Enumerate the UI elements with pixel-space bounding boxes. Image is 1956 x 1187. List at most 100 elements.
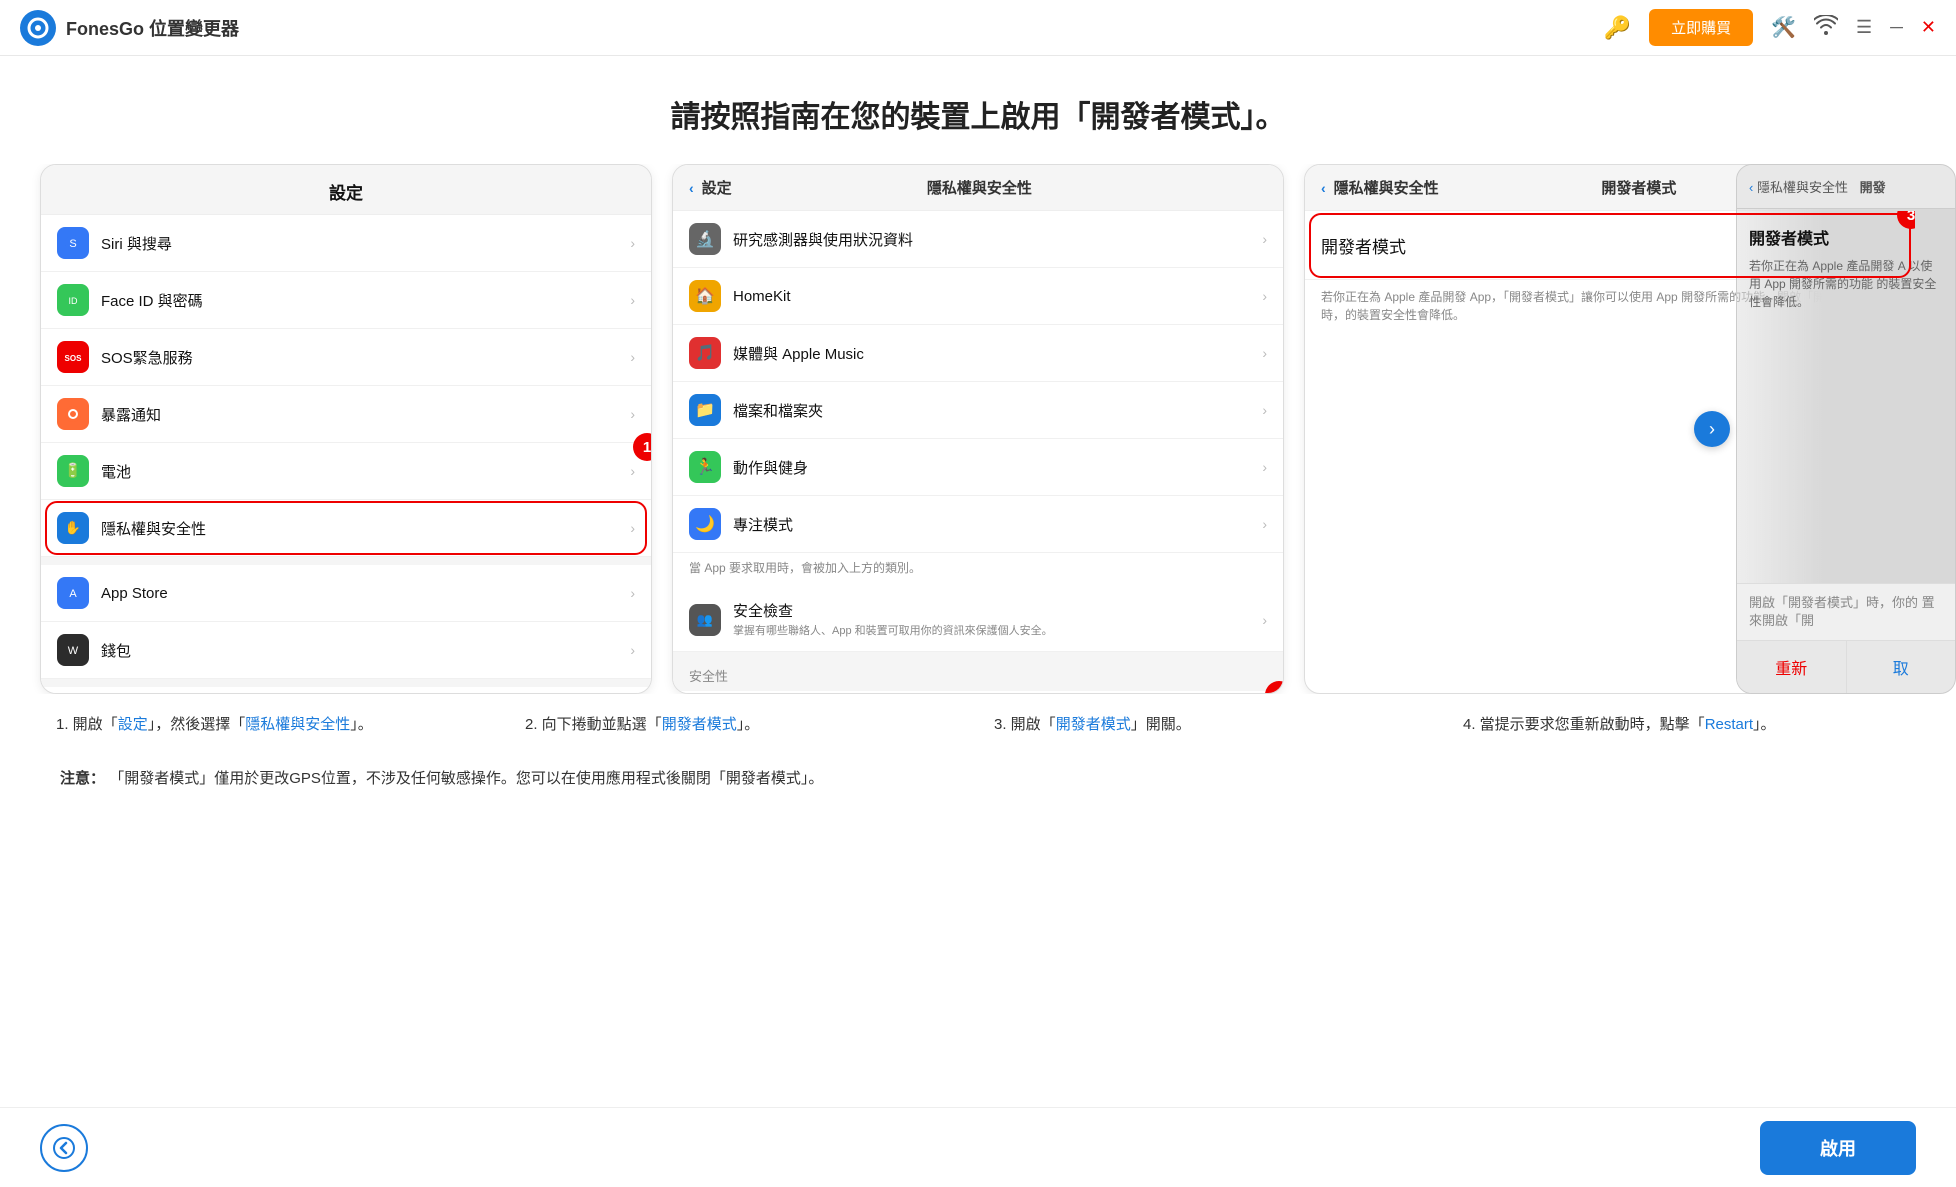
step-desc-4: 4. 當提示要求您重新啟動時，點擊「Restart」。	[1447, 712, 1916, 738]
panel2-back-label: 設定	[702, 177, 732, 198]
safety-text: 安全檢查 掌握有哪些聯絡人、App 和裝置可取用你的資訊來保護個人安全。	[733, 600, 1262, 639]
svg-text:SOS: SOS	[65, 354, 82, 363]
menu-item-devmode[interactable]: 開發者模式 › 2	[673, 691, 1283, 693]
section-hint: 當 App 要求取用時，會被加入上方的類別。	[673, 553, 1283, 584]
minimize-icon[interactable]: ─	[1890, 17, 1903, 38]
panel2-back[interactable]: ‹	[689, 180, 694, 196]
safety-desc: 掌握有哪些聯絡人、App 和裝置可取用你的資訊來保護個人安全。	[733, 624, 1262, 639]
step1-link-privacy: 隱私權與安全性	[245, 716, 350, 733]
svg-text:✋: ✋	[65, 520, 81, 535]
menu-item-appstore[interactable]: A App Store ›	[41, 565, 651, 622]
panel-privacy: ‹ 設定 隱私權與安全性 🔬 研究感測器與使用狀況資料 › 🏠 HomeKit …	[672, 164, 1284, 694]
motion-icon: 🏃	[689, 451, 721, 483]
menu-item-files[interactable]: 📁 檔案和檔案夾 ›	[673, 382, 1283, 439]
siri-icon: S	[57, 227, 89, 259]
panel3-back[interactable]: ‹	[1321, 180, 1326, 196]
bottom-bar: 啟用	[0, 1107, 1956, 1187]
wallet-icon: W	[57, 634, 89, 666]
step-desc-1: 1. 開啟「設定」，然後選擇「隱私權與安全性」。	[40, 712, 509, 738]
menu-item-faceid[interactable]: ID Face ID 與密碼 ›	[41, 272, 651, 329]
menu-item-siri[interactable]: S Siri 與搜尋 ›	[41, 215, 651, 272]
partial-btn-row: 重新 取	[1737, 640, 1955, 693]
partial-restart-bar: 開啟「開發者模式」時，你的 置來開啟「開	[1737, 583, 1955, 640]
menu-item-sos[interactable]: SOS SOS緊急服務 ›	[41, 329, 651, 386]
panel-partial: ‹ 隱私權與安全性 開發 開發者模式 若你正在為 Apple 產品開發 A 以使…	[1736, 164, 1956, 694]
svg-text:ID: ID	[69, 296, 79, 306]
partial-header: ‹ 隱私權與安全性 開發	[1737, 165, 1955, 209]
step-badge-1: 1	[633, 433, 651, 461]
files-icon: 📁	[689, 394, 721, 426]
panel2-scroll[interactable]: 🔬 研究感測器與使用狀況資料 › 🏠 HomeKit › 🎵 媒體與 Apple…	[673, 211, 1283, 693]
step1-link-settings: 設定	[118, 716, 148, 733]
notice-label: 注意：	[60, 770, 105, 787]
titlebar-actions: 🔑 立即購買 🛠️ ☰ ─ ✕	[1604, 9, 1936, 46]
focus-icon: 🌙	[689, 508, 721, 540]
sos-label: SOS緊急服務	[101, 347, 630, 368]
menu-icon[interactable]: ☰	[1856, 17, 1872, 38]
divider2	[41, 679, 651, 687]
partial-content: 開發者模式 若你正在為 Apple 產品開發 A 以使用 App 開發所需的功能…	[1737, 209, 1955, 327]
svg-text:S: S	[69, 238, 76, 250]
panel2-header: ‹ 設定 隱私權與安全性	[673, 165, 1283, 211]
partial-dev-desc: 若你正在為 Apple 產品開發 A 以使用 App 開發所需的功能 的裝置安全…	[1749, 257, 1943, 311]
back-arrow-icon	[53, 1137, 75, 1159]
motion-label: 動作與健身	[733, 457, 1262, 478]
close-icon[interactable]: ✕	[1921, 17, 1936, 38]
partial-title: 開發	[1860, 180, 1886, 195]
homekit-label: HomeKit	[733, 288, 1262, 305]
security-section-label: 安全性	[673, 652, 1283, 691]
step2-link: 開發者模式	[662, 716, 737, 733]
titlebar: FonesGo 位置變更器 🔑 立即購買 🛠️ ☰ ─ ✕	[0, 0, 1956, 56]
step-desc-2: 2. 向下捲動並點選「開發者模式」。	[509, 712, 978, 738]
svg-text:A: A	[69, 588, 77, 600]
app-title: FonesGo 位置變更器	[66, 15, 1604, 41]
research-icon: 🔬	[689, 223, 721, 255]
buy-button[interactable]: 立即購買	[1649, 9, 1753, 46]
enable-button[interactable]: 啟用	[1760, 1121, 1916, 1175]
menu-item-wallet[interactable]: W 錢包 ›	[41, 622, 651, 679]
research-label: 研究感測器與使用狀況資料	[733, 229, 1262, 250]
menu-item-focus[interactable]: 🌙 專注模式 ›	[673, 496, 1283, 553]
divider1	[41, 557, 651, 565]
menu-item-homekit[interactable]: 🏠 HomeKit ›	[673, 268, 1283, 325]
panel3-back-label: 隱私權與安全性	[1334, 177, 1439, 198]
faceid-label: Face ID 與密碼	[101, 290, 630, 311]
step-instructions: 1. 開啟「設定」，然後選擇「隱私權與安全性」。 2. 向下捲動並點選「開發者模…	[0, 694, 1956, 756]
panel2-title: 隱私權與安全性	[732, 177, 1227, 198]
exposure-icon	[57, 398, 89, 430]
menu-item-music[interactable]: 🎵 媒體與 Apple Music ›	[673, 325, 1283, 382]
focus-label: 專注模式	[733, 514, 1262, 535]
back-button[interactable]	[40, 1124, 88, 1172]
exposure-label: 暴露通知	[101, 404, 630, 425]
menu-item-exposure[interactable]: 暴露通知 ›	[41, 386, 651, 443]
menu-item-motion[interactable]: 🏃 動作與健身 ›	[673, 439, 1283, 496]
wifi-icon	[1814, 15, 1838, 41]
menu-item-safety[interactable]: 👥 安全檢查 掌握有哪些聯絡人、App 和裝置可取用你的資訊來保護個人安全。 ›	[673, 588, 1283, 652]
next-arrow[interactable]: ›	[1694, 411, 1730, 447]
step-desc-3: 3. 開啟「開發者模式」開關。	[978, 712, 1447, 738]
partial-bottom: 開啟「開發者模式」時，你的 置來開啟「開 重新 取	[1737, 583, 1955, 693]
cancel-button[interactable]: 取	[1847, 640, 1956, 693]
notice-text: 「開發者模式」僅用於更改GPS位置，不涉及任何敏感操作。您可以在使用應用程式後關…	[109, 770, 823, 787]
key-icon: 🔑	[1604, 15, 1631, 41]
menu-item-research[interactable]: 🔬 研究感測器與使用狀況資料 ›	[673, 211, 1283, 268]
battery-icon: 🔋	[57, 455, 89, 487]
menu-item-battery[interactable]: 🔋 電池 › 1	[41, 443, 651, 500]
sos-icon: SOS	[57, 341, 89, 373]
svg-text:🔋: 🔋	[64, 462, 81, 479]
music-icon: 🎵	[689, 337, 721, 369]
main-content: 設定 S Siri 與搜尋 › ID Face ID 與密碼 ›	[0, 164, 1956, 694]
restart-button[interactable]: 重新	[1737, 640, 1847, 693]
wallet-label: 錢包	[101, 640, 630, 661]
battery-label: 電池	[101, 461, 630, 482]
tools-icon[interactable]: 🛠️	[1771, 15, 1796, 40]
menu-item-password[interactable]: 🔑 密碼 ›	[41, 687, 651, 694]
music-label: 媒體與 Apple Music	[733, 343, 1262, 364]
faceid-icon: ID	[57, 284, 89, 316]
homekit-icon: 🏠	[689, 280, 721, 312]
panel1-scroll[interactable]: S Siri 與搜尋 › ID Face ID 與密碼 › SOS SOS緊急服…	[41, 215, 651, 694]
siri-label: Siri 與搜尋	[101, 233, 630, 254]
partial-back-label: 隱私權與安全性	[1757, 180, 1848, 195]
menu-item-privacy[interactable]: ✋ 隱私權與安全性 ›	[41, 500, 651, 557]
step4-link: Restart	[1705, 716, 1753, 733]
